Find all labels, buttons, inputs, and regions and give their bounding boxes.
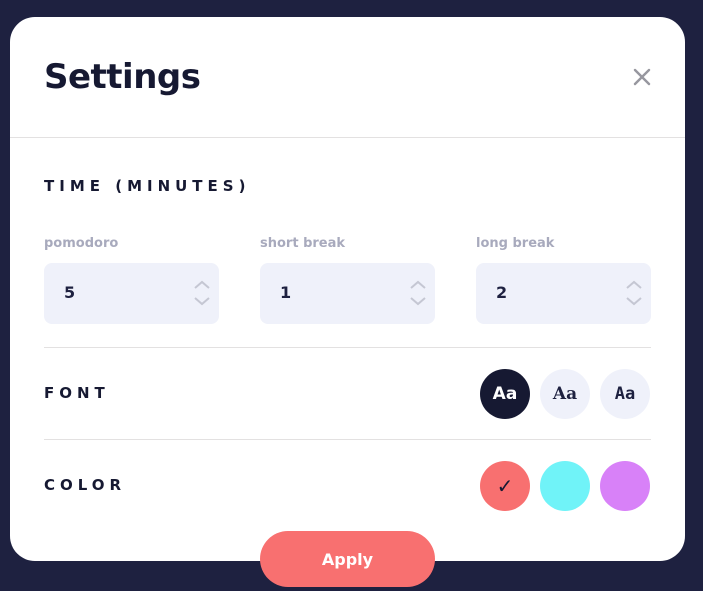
divider	[44, 439, 651, 440]
check-icon: ✓	[496, 474, 514, 498]
short-break-field: short break	[260, 236, 435, 324]
settings-modal: Settings TIME (MINUTES) pomodoro short b…	[10, 17, 685, 561]
short-break-input[interactable]	[280, 283, 380, 302]
stepper-arrows	[625, 279, 643, 309]
long-break-input[interactable]	[496, 283, 596, 302]
chevron-up-icon[interactable]	[409, 279, 427, 291]
pomodoro-input[interactable]	[64, 283, 164, 302]
stepper-arrows	[409, 279, 427, 309]
pomodoro-field: pomodoro	[44, 236, 219, 324]
font-section-label: FONT	[44, 384, 110, 402]
time-section-label: TIME (MINUTES)	[44, 177, 251, 195]
chevron-down-icon[interactable]	[625, 295, 643, 307]
font-option-2[interactable]: Aa	[540, 369, 590, 419]
pomodoro-stepper[interactable]	[44, 263, 219, 324]
font-option-3[interactable]: Aa	[600, 369, 650, 419]
color-option-cyan[interactable]	[540, 461, 590, 511]
long-break-field: long break	[476, 236, 651, 324]
chevron-down-icon[interactable]	[409, 295, 427, 307]
long-break-label: long break	[476, 236, 555, 251]
color-option-purple[interactable]	[600, 461, 650, 511]
close-icon[interactable]	[630, 65, 654, 89]
short-break-stepper[interactable]	[260, 263, 435, 324]
long-break-stepper[interactable]	[476, 263, 651, 324]
short-break-label: short break	[260, 236, 346, 251]
pomodoro-label: pomodoro	[44, 236, 119, 251]
modal-title: Settings	[44, 57, 201, 97]
color-option-red[interactable]: ✓	[480, 461, 530, 511]
font-option-1[interactable]: Aa	[480, 369, 530, 419]
chevron-up-icon[interactable]	[193, 279, 211, 291]
chevron-down-icon[interactable]	[193, 295, 211, 307]
color-section-label: COLOR	[44, 476, 127, 494]
chevron-up-icon[interactable]	[625, 279, 643, 291]
apply-button[interactable]: Apply	[260, 531, 435, 587]
divider	[44, 347, 651, 348]
stepper-arrows	[193, 279, 211, 309]
modal-header: Settings	[10, 17, 685, 138]
